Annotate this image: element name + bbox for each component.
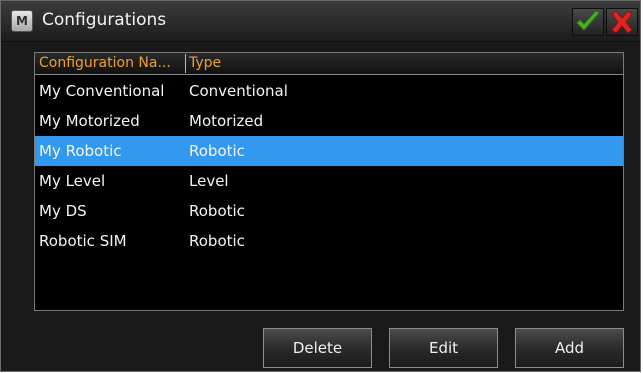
table-row[interactable]: Robotic SIM Robotic — [35, 226, 623, 256]
app-logo-letter: M — [16, 14, 28, 28]
list-rows: My Conventional Conventional My Motorize… — [35, 76, 623, 256]
app-logo-icon[interactable]: M — [11, 10, 33, 32]
row-type: Robotic — [189, 202, 245, 220]
add-button[interactable]: Add — [515, 328, 624, 368]
row-name: Robotic SIM — [39, 232, 127, 250]
edit-button[interactable]: Edit — [389, 328, 498, 368]
close-x-icon — [611, 10, 633, 34]
delete-button[interactable]: Delete — [263, 328, 372, 368]
row-name: My Motorized — [39, 112, 140, 130]
row-name: My Robotic — [39, 142, 122, 160]
title-bar: M Configurations — [1, 1, 640, 42]
row-type: Motorized — [189, 112, 264, 130]
table-row[interactable]: My DS Robotic — [35, 196, 623, 226]
column-divider[interactable] — [185, 54, 186, 73]
row-name: My DS — [39, 202, 87, 220]
table-row[interactable]: My Conventional Conventional — [35, 76, 623, 106]
ok-button[interactable] — [572, 8, 604, 36]
row-type: Robotic — [189, 232, 245, 250]
cancel-button[interactable] — [606, 8, 638, 36]
row-name: My Level — [39, 172, 106, 190]
column-header-type[interactable]: Type — [189, 55, 221, 71]
row-type: Conventional — [189, 82, 288, 100]
configurations-list[interactable]: Configuration Na... Type My Conventional… — [34, 52, 624, 311]
row-type: Level — [189, 172, 229, 190]
row-type: Robotic — [189, 142, 245, 160]
table-row[interactable]: My Level Level — [35, 166, 623, 196]
list-header: Configuration Na... Type — [35, 53, 623, 75]
checkmark-icon — [576, 10, 600, 31]
table-row-selected[interactable]: My Robotic Robotic — [35, 136, 623, 166]
row-name: My Conventional — [39, 82, 165, 100]
table-row[interactable]: My Motorized Motorized — [35, 106, 623, 136]
window-title: Configurations — [42, 10, 167, 30]
configurations-window: M Configurations Configuration Na... Typ… — [0, 0, 641, 372]
column-header-configuration-name[interactable]: Configuration Na... — [39, 55, 185, 71]
